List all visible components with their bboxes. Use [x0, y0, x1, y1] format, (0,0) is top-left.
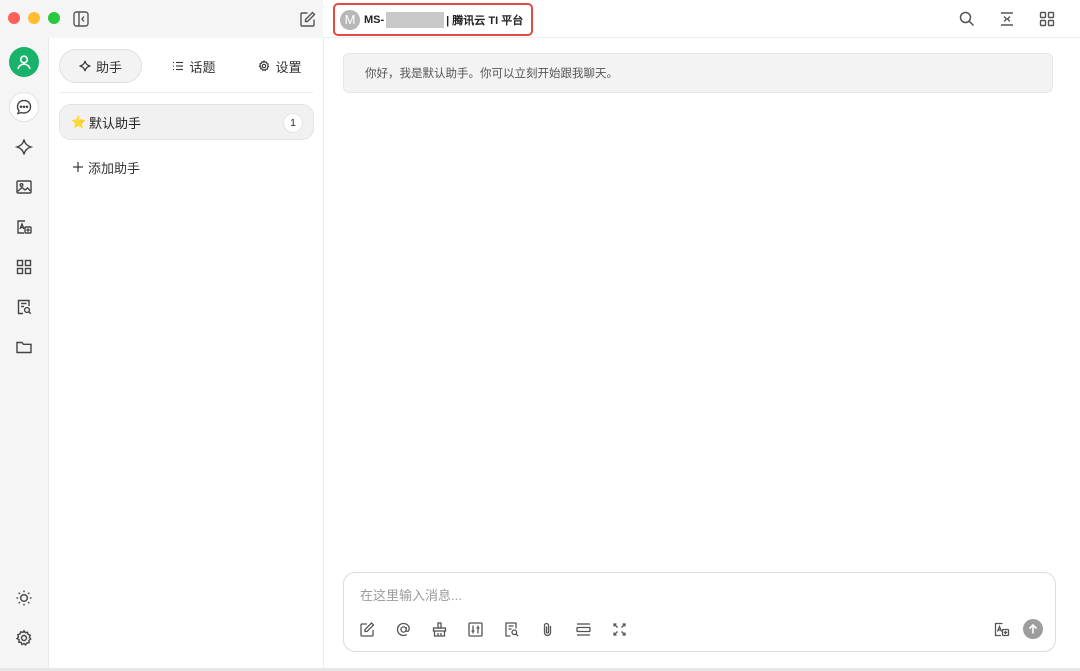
list-icon	[173, 61, 184, 71]
maximize-window-button[interactable]	[48, 12, 60, 24]
apps-grid-icon[interactable]	[9, 252, 39, 282]
tab-topics-label: 话题	[189, 59, 216, 75]
assistant-emoji: ⭐	[71, 115, 86, 129]
close-window-button[interactable]	[8, 12, 20, 24]
expand-icon[interactable]	[609, 619, 629, 639]
new-topic-icon[interactable]	[357, 619, 377, 639]
topic-count-badge: 1	[283, 113, 303, 133]
app-window: M MS- | 腾讯云 TI 平台 助手 话题 设置 ⭐ 默认助手 1 添加助手…	[0, 0, 1080, 668]
theme-sun-icon[interactable]	[9, 583, 39, 613]
title-bar: M MS- | 腾讯云 TI 平台	[0, 0, 1080, 38]
search-icon[interactable]	[957, 9, 977, 29]
add-assistant-button[interactable]: 添加助手	[72, 157, 140, 177]
minimize-window-button[interactable]	[28, 12, 40, 24]
chat-icon[interactable]	[9, 92, 39, 122]
message-input[interactable]	[360, 585, 960, 605]
settings-sliders-icon[interactable]	[465, 619, 485, 639]
icon-rail	[0, 38, 49, 668]
sparkle-icon[interactable]	[9, 132, 39, 162]
model-avatar: M	[340, 9, 360, 30]
model-selector[interactable]: M MS- | 腾讯云 TI 平台	[333, 3, 533, 36]
add-assistant-label: 添加助手	[88, 160, 141, 176]
translate-icon[interactable]	[9, 212, 39, 242]
tab-settings-label: 设置	[275, 59, 302, 75]
translate-input-icon[interactable]	[991, 619, 1011, 639]
knowledge-search-icon[interactable]	[501, 619, 521, 639]
mention-icon[interactable]	[393, 619, 413, 639]
send-icon	[1028, 623, 1038, 634]
tab-assistants-label: 助手	[95, 59, 122, 75]
new-chat-icon[interactable]	[298, 9, 318, 29]
knowledge-icon[interactable]	[9, 292, 39, 322]
sidebar-tabs: 助手 话题 设置	[59, 49, 315, 83]
welcome-message: 你好，我是默认助手。你可以立刻开始跟我聊天。	[343, 53, 1053, 93]
model-provider: | 腾讯云 TI 平台	[446, 14, 524, 27]
narrow-mode-icon[interactable]	[997, 9, 1017, 29]
tab-assistants[interactable]: 助手	[59, 49, 142, 83]
mini-apps-icon[interactable]	[1037, 9, 1057, 29]
gear-icon	[259, 60, 270, 72]
tab-settings[interactable]: 设置	[245, 49, 315, 83]
context-icon[interactable]	[573, 619, 593, 639]
settings-gear-icon[interactable]	[9, 623, 39, 653]
plus-icon	[73, 162, 83, 172]
sparkle-icon	[78, 60, 91, 72]
clear-icon[interactable]	[429, 619, 449, 639]
chat-area: 你好，我是默认助手。你可以立刻开始跟我聊天。	[324, 38, 1080, 668]
image-icon[interactable]	[9, 172, 39, 202]
send-button[interactable]	[1023, 619, 1043, 639]
assistant-sidebar: 助手 话题 设置 ⭐ 默认助手 1 添加助手	[50, 38, 324, 668]
assistant-item-default[interactable]: ⭐ 默认助手 1	[59, 104, 314, 140]
tabs-divider	[59, 92, 313, 93]
model-name: MS-	[364, 13, 385, 26]
tab-topics[interactable]: 话题	[159, 49, 229, 83]
message-composer	[343, 572, 1056, 652]
assistant-name: 默认助手	[88, 115, 141, 131]
folder-icon[interactable]	[9, 332, 39, 362]
redacted-model-id	[386, 11, 445, 28]
sidebar-toggle-icon[interactable]	[71, 9, 91, 29]
user-avatar-icon[interactable]	[9, 47, 39, 77]
attachment-icon[interactable]	[537, 619, 557, 639]
